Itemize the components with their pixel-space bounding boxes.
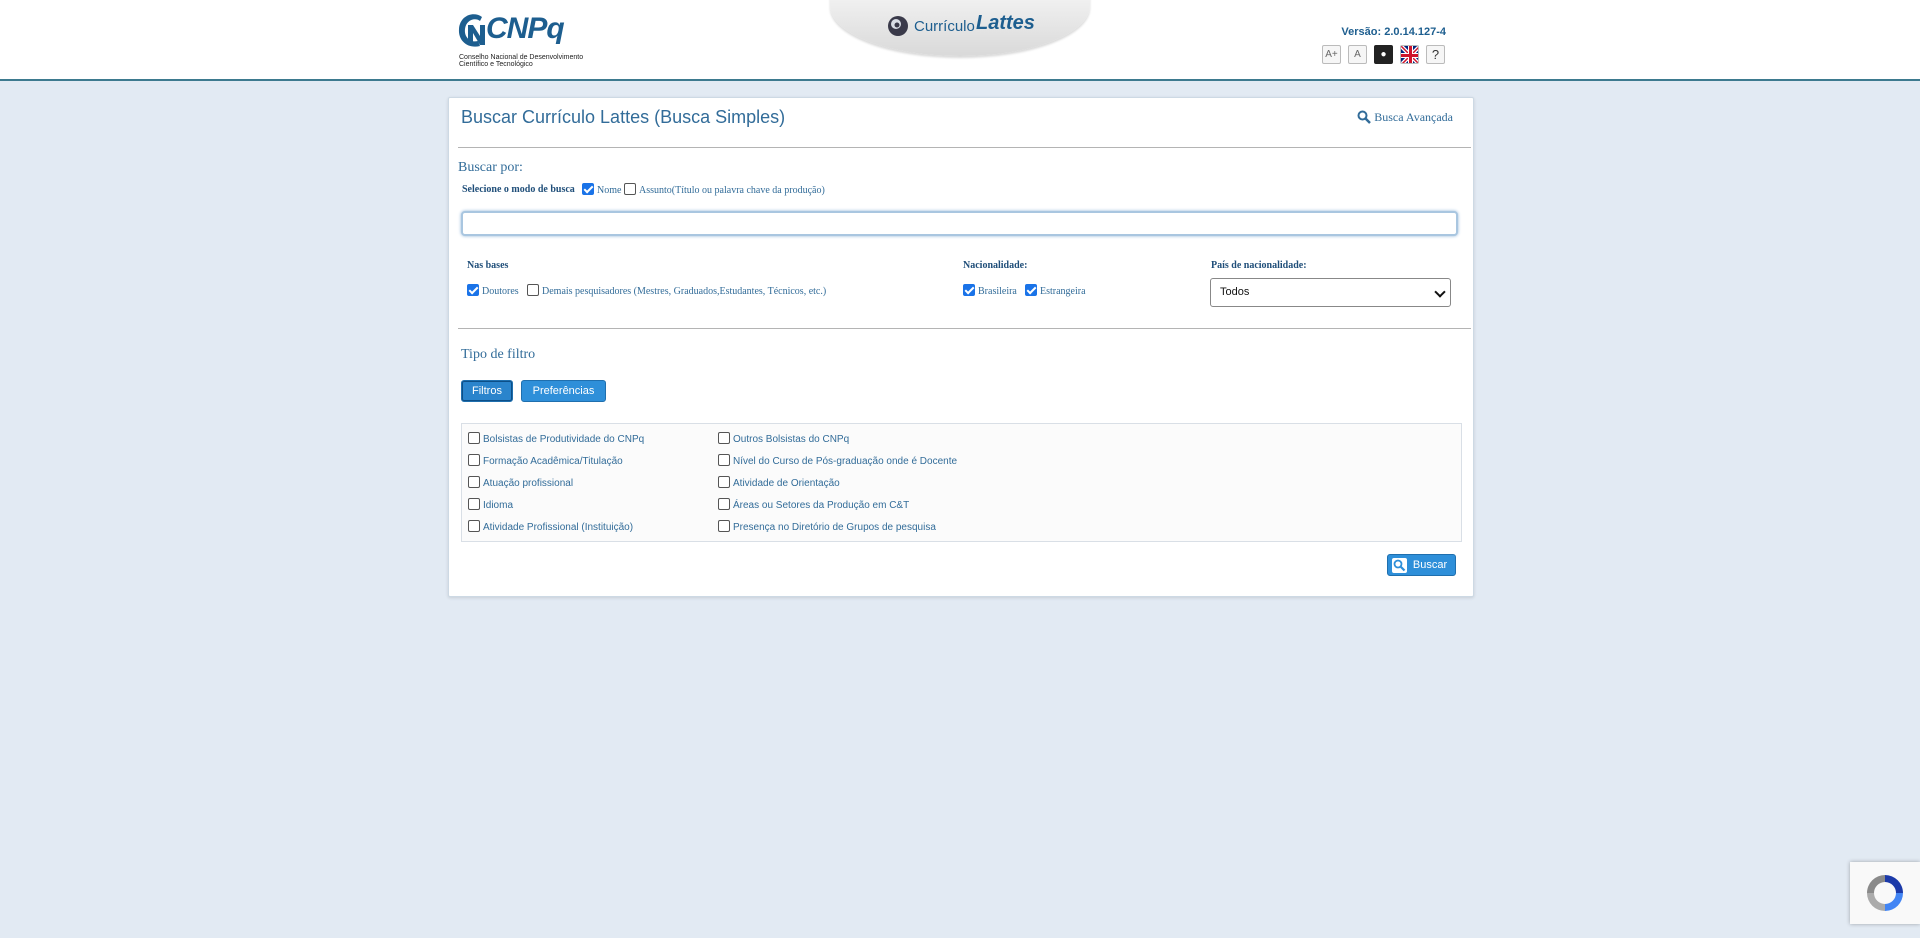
filter-item[interactable]: Nível do Curso de Pós-graduação onde é D… bbox=[718, 454, 957, 467]
filters-box: Bolsistas de Produtividade do CNPq Forma… bbox=[461, 423, 1462, 542]
magnifier-icon bbox=[1357, 110, 1372, 124]
mode-nome-checkbox[interactable] bbox=[582, 183, 594, 195]
buscar-button-label: Buscar bbox=[1412, 559, 1448, 571]
mode-option-assunto[interactable]: Assunto(Título ou palavra chave da produ… bbox=[624, 183, 825, 196]
base-doutores-checkbox[interactable] bbox=[467, 284, 479, 296]
mode-nome-label: Nome bbox=[597, 185, 622, 196]
filter-label: Idioma bbox=[483, 500, 514, 511]
app-title-prefix: Currículo bbox=[914, 18, 975, 35]
filter-label: Nível do Curso de Pós-graduação onde é D… bbox=[733, 456, 958, 467]
base-demais-label: Demais pesquisadores (Mestres, Graduados… bbox=[542, 286, 827, 297]
help-button[interactable]: ? bbox=[1426, 45, 1445, 64]
tab-preferencias[interactable]: Preferências bbox=[521, 380, 606, 402]
filter-checkbox[interactable] bbox=[468, 498, 480, 510]
pais-label: País de nacionalidade: bbox=[1211, 260, 1307, 271]
pais-select[interactable]: Todos bbox=[1210, 278, 1451, 307]
cnpq-logo[interactable]: CNPq Conselho Nacional de Desenvolviment… bbox=[456, 10, 583, 70]
filter-label: Atividade de Orientação bbox=[733, 478, 840, 489]
nacionalidade-brasileira-label: Brasileira bbox=[978, 286, 1017, 297]
filter-checkbox[interactable] bbox=[718, 476, 730, 488]
nacionalidade-option-estrangeira[interactable]: Estrangeira bbox=[1025, 284, 1086, 297]
filter-label: Presença no Diretório de Grupos de pesqu… bbox=[733, 522, 936, 533]
advanced-search-label: Busca Avançada bbox=[1374, 110, 1453, 124]
filter-item[interactable]: Outros Bolsistas do CNPq bbox=[718, 432, 849, 445]
base-option-doutores[interactable]: Doutores bbox=[467, 284, 519, 297]
divider-middle bbox=[458, 328, 1471, 329]
nacionalidade-label: Nacionalidade: bbox=[963, 260, 1028, 271]
search-mode-label: Selecione o modo de busca bbox=[462, 184, 575, 195]
tipo-filtro-heading: Tipo de filtro bbox=[461, 347, 536, 362]
mode-option-nome[interactable]: Nome bbox=[582, 183, 621, 196]
search-input[interactable] bbox=[461, 211, 1458, 236]
filter-item[interactable]: Atuação profissional bbox=[468, 476, 573, 489]
english-language-button[interactable] bbox=[1400, 45, 1419, 64]
filter-item[interactable]: Bolsistas de Produtividade do CNPq bbox=[468, 432, 644, 445]
filter-label: Atividade Profissional (Instituição) bbox=[483, 522, 634, 533]
filter-checkbox[interactable] bbox=[718, 520, 730, 532]
search-icon bbox=[1392, 558, 1407, 573]
filter-checkbox[interactable] bbox=[468, 432, 480, 444]
uk-flag-icon bbox=[1401, 46, 1418, 63]
filter-label: Bolsistas de Produtividade do CNPq bbox=[483, 434, 645, 445]
base-demais-checkbox[interactable] bbox=[527, 284, 539, 296]
buscar-button[interactable]: Buscar bbox=[1387, 554, 1456, 576]
chevron-down-icon bbox=[1434, 286, 1446, 298]
filter-checkbox[interactable] bbox=[468, 476, 480, 488]
filter-label: Formação Acadêmica/Titulação bbox=[483, 456, 623, 467]
logo-wordmark: CNPq bbox=[486, 12, 565, 45]
logo-subtitle: Conselho Nacional de Desenvolvimento Cie… bbox=[459, 54, 584, 68]
filter-label: Atuação profissional bbox=[483, 478, 574, 489]
contrast-button[interactable]: ● bbox=[1374, 45, 1393, 64]
recaptcha-badge[interactable] bbox=[1850, 862, 1920, 924]
curriculo-lattes-banner[interactable]: Currículo Lattes bbox=[830, 0, 1090, 56]
base-doutores-label: Doutores bbox=[482, 286, 519, 297]
filter-item[interactable]: Idioma bbox=[468, 498, 513, 511]
filter-item[interactable]: Presença no Diretório de Grupos de pesqu… bbox=[718, 520, 936, 533]
normal-font-button[interactable]: A bbox=[1348, 45, 1367, 64]
lattes-emblem-icon bbox=[888, 16, 908, 36]
mode-assunto-checkbox[interactable] bbox=[624, 183, 636, 195]
filter-checkbox[interactable] bbox=[718, 498, 730, 510]
mode-assunto-label: Assunto(Título ou palavra chave da produ… bbox=[639, 185, 825, 196]
app-title-main: Lattes bbox=[976, 12, 1035, 34]
filter-item[interactable]: Atividade de Orientação bbox=[718, 476, 840, 489]
bases-label: Nas bases bbox=[467, 260, 509, 271]
nacionalidade-option-brasileira[interactable]: Brasileira bbox=[963, 284, 1017, 297]
increase-font-button[interactable]: A+ bbox=[1322, 45, 1341, 64]
version-label: Versão: 2.0.14.127-4 bbox=[1341, 26, 1446, 38]
filter-checkbox[interactable] bbox=[718, 454, 730, 466]
filter-item[interactable]: Formação Acadêmica/Titulação bbox=[468, 454, 623, 467]
nacionalidade-estrangeira-label: Estrangeira bbox=[1040, 286, 1086, 297]
filter-checkbox[interactable] bbox=[468, 520, 480, 532]
nacionalidade-brasileira-checkbox[interactable] bbox=[963, 284, 975, 296]
recaptcha-icon bbox=[1867, 875, 1903, 911]
buscar-por-heading: Buscar por: bbox=[458, 160, 523, 175]
nacionalidade-estrangeira-checkbox[interactable] bbox=[1025, 284, 1037, 296]
divider-top bbox=[458, 147, 1471, 148]
filter-item[interactable]: Atividade Profissional (Instituição) bbox=[468, 520, 633, 533]
tab-filtros[interactable]: Filtros bbox=[461, 380, 513, 402]
pais-select-value: Todos bbox=[1220, 286, 1250, 298]
top-header: CNPq Conselho Nacional de Desenvolviment… bbox=[0, 0, 1920, 81]
filter-checkbox[interactable] bbox=[468, 454, 480, 466]
filter-checkbox[interactable] bbox=[718, 432, 730, 444]
filter-label: Outros Bolsistas do CNPq bbox=[733, 434, 850, 445]
filter-item[interactable]: Áreas ou Setores da Produção em C&T bbox=[718, 498, 909, 511]
base-option-demais[interactable]: Demais pesquisadores (Mestres, Graduados… bbox=[527, 284, 826, 297]
search-panel: Buscar Currículo Lattes (Busca Simples) … bbox=[448, 97, 1474, 597]
advanced-search-link[interactable]: Busca Avançada bbox=[1357, 110, 1453, 125]
filter-label: Áreas ou Setores da Produção em C&T bbox=[733, 500, 910, 511]
page-title: Buscar Currículo Lattes (Busca Simples) bbox=[461, 107, 786, 127]
